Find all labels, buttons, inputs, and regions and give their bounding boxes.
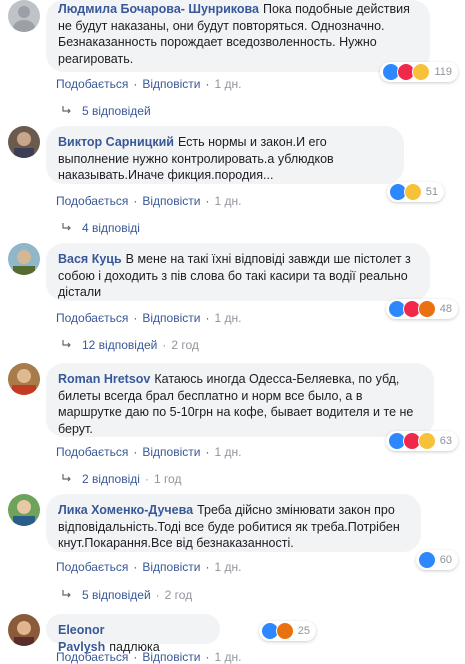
comment-time[interactable]: 1 дн. (214, 311, 241, 325)
reaction-count: 48 (439, 302, 452, 315)
reply-arrow-icon (62, 106, 71, 114)
like-link[interactable]: Подобається (56, 194, 128, 208)
separator: · (133, 194, 138, 208)
comment-time[interactable]: 1 дн. (214, 560, 241, 574)
replies-count[interactable]: 2 відповіді (82, 472, 140, 486)
separator: · (205, 445, 210, 459)
separator: · (155, 588, 160, 602)
separator: · (133, 311, 138, 325)
wow-icon (412, 63, 431, 81)
replies-count[interactable]: 5 відповідей (82, 104, 151, 118)
replies-count[interactable]: 5 відповідей (82, 588, 151, 602)
replies-count[interactable]: 12 відповідей (82, 338, 157, 352)
reply-link[interactable]: Відповісти (142, 311, 200, 325)
view-replies-link[interactable]: 4 відповіді (62, 221, 140, 235)
reply-arrow-icon (62, 340, 71, 348)
comment-actions: Подобається · Відповісти · 1 дн. (56, 650, 241, 664)
comment-actions: Подобається · Відповісти · 1 дн. (56, 311, 241, 325)
view-replies-link[interactable]: 12 відповідей · 2 год (62, 338, 199, 352)
reply-arrow-icon (62, 590, 71, 598)
reaction-summary[interactable]: 25 (258, 621, 316, 641)
comment-time[interactable]: 1 дн. (214, 77, 241, 91)
avatar[interactable] (8, 614, 40, 646)
separator: · (205, 77, 210, 91)
comment-author[interactable]: Eleonor Pavlysh (58, 623, 105, 654)
avatar[interactable] (8, 494, 40, 526)
separator: · (144, 472, 149, 486)
separator: · (133, 445, 138, 459)
reaction-count: 25 (297, 624, 310, 637)
replies-time: 1 год (153, 472, 182, 486)
separator: · (205, 194, 210, 208)
reply-link[interactable]: Відповісти (142, 77, 200, 91)
like-link[interactable]: Подобається (56, 650, 128, 664)
avatar[interactable] (8, 243, 40, 275)
comment-author[interactable]: Вася Куць (58, 252, 122, 266)
comment-time[interactable]: 1 дн. (214, 445, 241, 459)
comment-bubble: Вася Куць В мене на такі їхні відповіді з… (46, 243, 458, 319)
comment-actions: Подобається · Відповісти · 1 дн. (56, 194, 241, 208)
wow-icon (417, 432, 436, 450)
separator: · (133, 650, 138, 664)
separator: · (133, 560, 138, 574)
like-link[interactable]: Подобається (56, 311, 128, 325)
reply-link[interactable]: Відповісти (142, 650, 200, 664)
replies-count[interactable]: 4 відповіді (82, 221, 140, 235)
reaction-count: 60 (439, 553, 452, 566)
separator: · (162, 338, 167, 352)
reaction-summary[interactable]: 119 (380, 62, 458, 82)
separator: · (133, 77, 138, 91)
separator: · (205, 560, 210, 574)
reaction-summary[interactable]: 48 (385, 299, 458, 319)
comment-author[interactable]: Людмила Бочарова- Шунрикова (58, 2, 259, 16)
comment-actions: Подобається · Відповісти · 1 дн. (56, 77, 241, 91)
reaction-count: 63 (439, 434, 452, 447)
reply-link[interactable]: Відповісти (142, 194, 200, 208)
comment-actions: Подобається · Відповісти · 1 дн. (56, 560, 241, 574)
comment-bubble: Виктор Сарницкий Есть нормы и закон.И его… (46, 126, 444, 202)
view-replies-link[interactable]: 5 відповідей · 2 год (62, 588, 192, 602)
comment-time[interactable]: 1 дн. (214, 650, 241, 664)
comment-author[interactable]: Roman Hretsov (58, 372, 150, 386)
comment-bubble: Людмила Бочарова- Шунрикова Пока подобные… (46, 0, 458, 82)
reaction-summary[interactable]: 51 (386, 182, 444, 202)
sad-icon (403, 183, 422, 201)
view-replies-link[interactable]: 5 відповідей (62, 104, 151, 118)
like-link[interactable]: Подобається (56, 77, 128, 91)
angry-icon (417, 300, 436, 318)
like-link[interactable]: Подобається (56, 445, 128, 459)
like-icon (417, 551, 436, 569)
comment-time[interactable]: 1 дн. (214, 194, 241, 208)
reaction-count: 119 (434, 65, 452, 78)
comment-bubble: Лика Хоменко-Дучева Треба дійсно змінюват… (46, 494, 458, 570)
view-replies-link[interactable]: 2 відповіді · 1 год (62, 472, 181, 486)
reply-arrow-icon (62, 474, 71, 482)
comment-actions: Подобається · Відповісти · 1 дн. (56, 445, 241, 459)
comment-author[interactable]: Виктор Сарницкий (58, 135, 174, 149)
reply-link[interactable]: Відповісти (142, 560, 200, 574)
replies-time: 2 год (171, 338, 199, 352)
avatar[interactable] (8, 126, 40, 158)
separator: · (205, 311, 210, 325)
reply-link[interactable]: Відповісти (142, 445, 200, 459)
comment-author[interactable]: Лика Хоменко-Дучева (58, 503, 193, 517)
avatar[interactable] (8, 363, 40, 395)
reaction-count: 51 (425, 185, 438, 198)
separator: · (205, 650, 210, 664)
comment-bubble: Roman Hretsov Катаюсь иногда Одесса-Беляе… (46, 363, 458, 451)
like-link[interactable]: Подобається (56, 560, 128, 574)
reaction-summary[interactable]: 60 (415, 550, 458, 570)
angry-icon (275, 622, 294, 640)
avatar[interactable] (8, 0, 40, 32)
reply-arrow-icon (62, 223, 71, 231)
comment-bubble: Eleonor Pavlysh падлюка 25 (46, 614, 316, 654)
reaction-summary[interactable]: 63 (385, 431, 458, 451)
replies-time: 2 год (164, 588, 193, 602)
